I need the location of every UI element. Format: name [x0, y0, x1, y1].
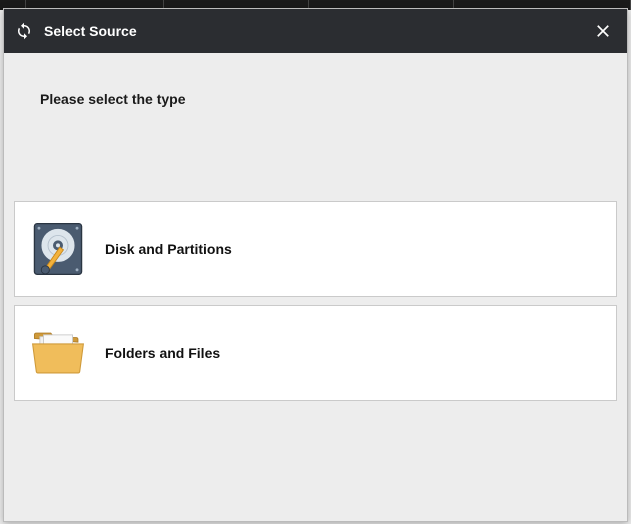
option-disk-and-partitions[interactable]: Disk and Partitions [14, 201, 617, 297]
option-label: Disk and Partitions [105, 241, 232, 257]
hard-disk-icon [29, 220, 87, 278]
dialog-header: Select Source [4, 9, 627, 53]
dialog-body: Please select the type [4, 53, 627, 521]
option-label: Folders and Files [105, 345, 220, 361]
sync-icon [14, 21, 34, 41]
close-button[interactable] [589, 17, 617, 45]
close-icon [594, 22, 612, 40]
folder-icon [29, 324, 87, 382]
select-source-dialog: Select Source Please select the type [3, 8, 628, 522]
option-folders-and-files[interactable]: Folders and Files [14, 305, 617, 401]
options-container: Disk and Partitions Folders and Files [14, 201, 617, 409]
instruction-text: Please select the type [40, 91, 186, 107]
dialog-title: Select Source [44, 23, 589, 39]
